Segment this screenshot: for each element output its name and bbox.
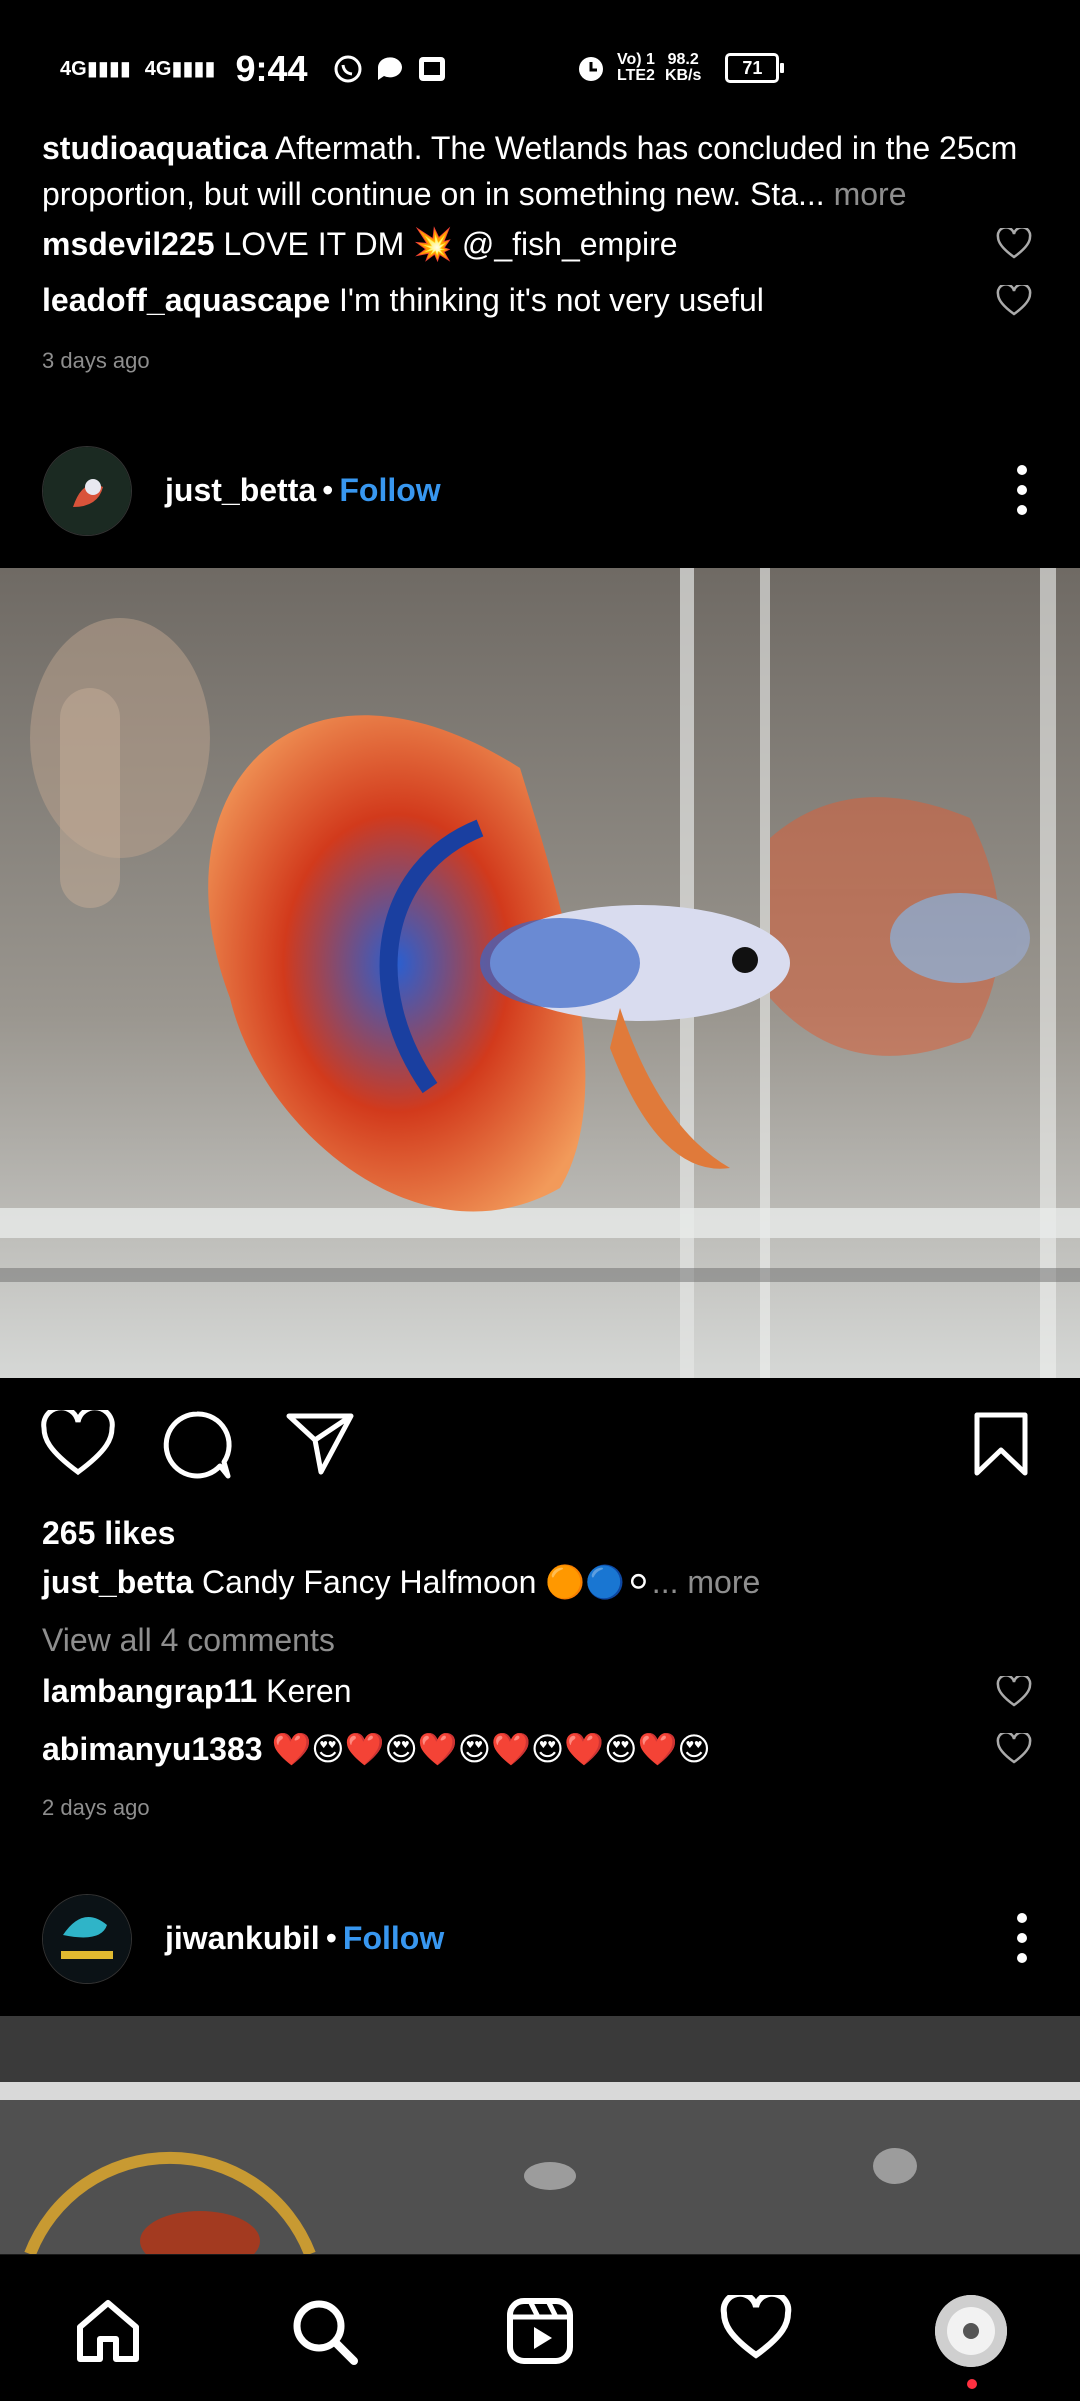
post3-avatar[interactable] [42, 1894, 132, 1984]
comment-text: I'm thinking it's not very useful [339, 282, 764, 318]
comment-text: ❤️😍❤️😍❤️😍❤️😍❤️😍❤️😍 [271, 1731, 711, 1767]
like-comment-heart-icon[interactable] [996, 228, 1032, 260]
post2-caption-text: Candy Fancy Halfmoon 🟠🔵⚪ [202, 1564, 652, 1600]
search-icon[interactable] [288, 2295, 360, 2367]
post2-comment-2: abimanyu1383 ❤️😍❤️😍❤️😍❤️😍❤️😍❤️😍 [42, 1730, 1032, 1768]
more-options-icon[interactable] [1016, 465, 1028, 515]
follow-button[interactable]: Follow [339, 472, 440, 508]
likes-count[interactable]: 265 likes [42, 1515, 175, 1552]
battery-icon: 71 [725, 53, 785, 83]
post2-comment-1: lambangrap11 Keren [42, 1673, 1032, 1710]
more-options-icon[interactable] [1016, 1913, 1028, 1963]
battery-level: 71 [742, 57, 763, 78]
volte-indicator: Vo) 1 LTE2 [617, 52, 655, 84]
speed-unit: KB/s [664, 67, 702, 84]
post2-time-ago: 2 days ago [42, 1795, 150, 1820]
post2-more-link[interactable]: ... more [652, 1564, 760, 1600]
profile-avatar[interactable] [935, 2295, 1007, 2367]
follow-button[interactable]: Follow [343, 1920, 444, 1956]
home-icon[interactable] [72, 2295, 144, 2367]
post1-time-ago: 3 days ago [42, 348, 150, 373]
post1-caption-user[interactable]: studioaquatica [42, 130, 268, 166]
comment-icon[interactable] [162, 1410, 232, 1480]
status-bar: 4G▮▮▮▮ 4G▮▮▮▮ 9:44 Vo) 1 LTE2 98.2 KB/s … [0, 0, 1080, 130]
bookmark-icon[interactable] [972, 1410, 1030, 1478]
post1-more-link[interactable]: more [834, 176, 907, 212]
reels-icon[interactable] [504, 2295, 576, 2367]
betta-fish-photo [0, 568, 1080, 1378]
net-speed: 98.2 KB/s [665, 52, 701, 84]
post3-header: jiwankubil • Follow [0, 1888, 1080, 1988]
post1-comment-2: leadoff_aquascape I'm thinking it's not … [42, 282, 1032, 319]
like-comment-heart-icon[interactable] [996, 284, 1032, 317]
post2-image[interactable] [0, 568, 1080, 1378]
comment-user[interactable]: leadoff_aquascape [42, 282, 330, 318]
post2-caption[interactable]: just_betta Candy Fancy Halfmoon 🟠🔵⚪... m… [42, 1563, 760, 1601]
post2-header: just_betta • Follow [0, 440, 1080, 540]
comment-text: LOVE IT DM 💥 @_fish_empire [223, 226, 678, 262]
post1-comment-1: msdevil225 LOVE IT DM 💥 @_fish_empire [42, 225, 1032, 263]
post2-avatar[interactable] [42, 446, 132, 536]
like-heart-icon[interactable] [40, 1410, 116, 1478]
post3-photo [0, 2016, 1080, 2254]
comment-user[interactable]: abimanyu1383 [42, 1731, 263, 1767]
comment-text: Keren [266, 1673, 352, 1709]
like-comment-heart-icon[interactable] [996, 1675, 1032, 1708]
whatsapp-icon [334, 55, 361, 83]
post3-header-text: jiwankubil • Follow [165, 1920, 444, 1957]
kewuk-betta-logo-image [43, 1895, 131, 1983]
post3-image[interactable] [0, 2016, 1080, 2254]
message-icon [377, 57, 402, 80]
comment-user[interactable]: lambangrap11 [42, 1673, 257, 1709]
signal-2: 4G▮▮▮▮ [144, 58, 216, 80]
alarm-icon [579, 57, 603, 81]
volte-bottom: LTE2 [617, 67, 655, 84]
profile-flower-image [935, 2295, 1007, 2367]
post2-username[interactable]: just_betta [165, 472, 316, 508]
separator-dot: • [322, 471, 334, 508]
status-time: 9:44 [235, 48, 308, 89]
post1-caption[interactable]: studioaquatica Aftermath. The Wetlands h… [42, 125, 1038, 217]
post2-actions [0, 1410, 1080, 1490]
notification-dot [967, 2379, 977, 2389]
post2-caption-user[interactable]: just_betta [42, 1564, 193, 1600]
post2-header-text: just_betta • Follow [165, 472, 441, 509]
view-all-comments-link[interactable]: View all 4 comments [42, 1622, 335, 1659]
signal-1: 4G▮▮▮▮ [60, 58, 131, 80]
activity-heart-icon[interactable] [720, 2295, 792, 2361]
betta-avatar-image [43, 447, 131, 535]
share-send-icon[interactable] [285, 1410, 355, 1478]
speed-value: 98.2 [667, 51, 699, 68]
volte-top: Vo) 1 [617, 51, 655, 68]
like-comment-heart-icon[interactable] [996, 1733, 1032, 1765]
post3-username[interactable]: jiwankubil [165, 1920, 320, 1956]
status-left: 4G▮▮▮▮ 4G▮▮▮▮ 9:44 [60, 48, 448, 90]
status-right: Vo) 1 LTE2 98.2 KB/s 71 [575, 52, 785, 84]
bottom-nav [0, 2254, 1080, 2401]
comment-user[interactable]: msdevil225 [42, 226, 215, 262]
separator-dot: • [325, 1919, 337, 1956]
gallery-icon [418, 57, 445, 81]
